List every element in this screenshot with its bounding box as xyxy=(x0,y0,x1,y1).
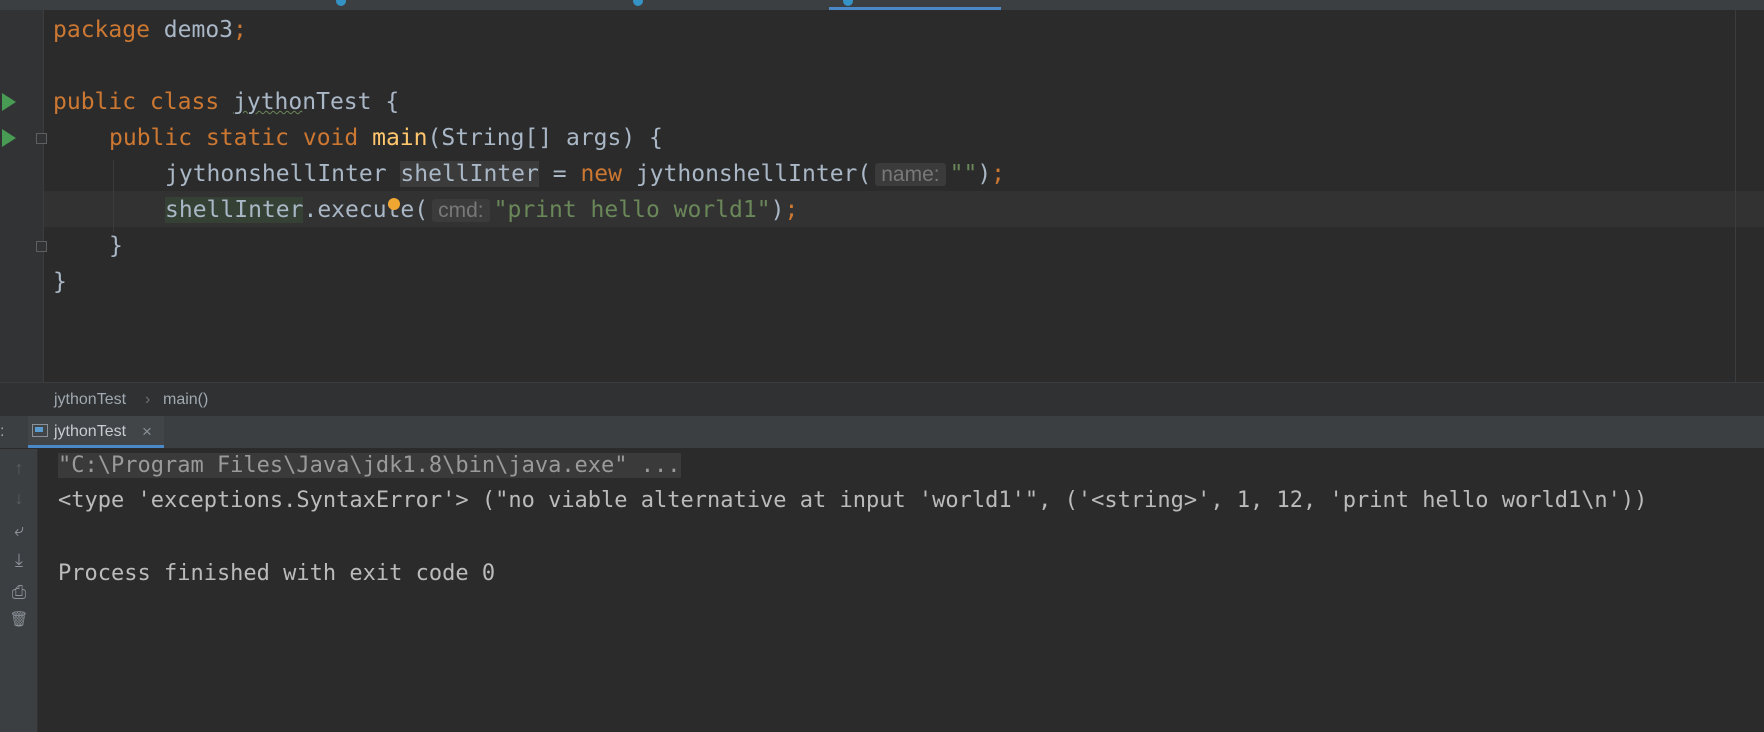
parameter-hint: name: xyxy=(875,163,946,186)
console-icon xyxy=(32,424,48,437)
code-editor[interactable]: package demo3; public class jythonTest {… xyxy=(0,10,1764,382)
code-line-3: public class jythonTest { xyxy=(53,89,400,115)
up-arrow-icon[interactable]: ↑ xyxy=(7,457,31,479)
close-tab-icon[interactable]: × xyxy=(142,422,152,442)
java-file-icon xyxy=(843,0,853,6)
trash-icon[interactable]: 🗑 xyxy=(7,609,31,631)
run-console[interactable]: ↑ ↓ ⤶ ⤓ ⎙ 🗑 "C:\Program Files\Java\jdk1.… xyxy=(0,449,1764,732)
active-run-tab-indicator xyxy=(28,445,164,448)
variable-usage: shellInter xyxy=(165,197,304,223)
run-tab-jythontest[interactable]: jythonTest × xyxy=(28,416,164,448)
warning-bulb-icon[interactable] xyxy=(388,198,400,210)
java-file-icon xyxy=(336,0,346,6)
run-tab-label: jythonTest xyxy=(54,423,127,440)
breadcrumb-method[interactable]: main() xyxy=(163,391,208,409)
code-line-6: shellInter.execute(cmd: "print hello worl… xyxy=(165,197,799,223)
console-error-line: <type 'exceptions.SyntaxError'> ("no via… xyxy=(58,488,1648,513)
variable-declaration: shellInter xyxy=(400,161,539,187)
run-class-icon[interactable] xyxy=(2,93,16,111)
console-exit-line: Process finished with exit code 0 xyxy=(58,561,496,586)
class-name-typo: jytho xyxy=(233,89,303,115)
run-tab-bar: : jythonTest × xyxy=(0,416,1764,449)
code-line-1: package demo3; xyxy=(53,17,247,43)
scroll-to-end-icon[interactable]: ⤓ xyxy=(7,549,31,571)
editor-tab-strip xyxy=(0,0,1764,10)
editor-gutter xyxy=(0,10,47,382)
run-main-icon[interactable] xyxy=(2,129,16,147)
run-panel-label: : xyxy=(0,423,5,440)
code-line-8: } xyxy=(53,269,67,295)
code-line-7: } xyxy=(109,233,123,259)
indent-guide xyxy=(113,160,114,232)
parameter-hint: cmd: xyxy=(432,199,490,222)
down-arrow-icon[interactable]: ↓ xyxy=(7,487,31,509)
breadcrumb-class[interactable]: jythonTest xyxy=(54,391,126,409)
print-icon[interactable]: ⎙ xyxy=(7,581,31,603)
code-line-4: public static void main(String[] args) { xyxy=(109,125,663,151)
breadcrumb-separator: › xyxy=(145,391,151,408)
console-command-line: "C:\Program Files\Java\jdk1.8\bin\java.e… xyxy=(58,453,681,478)
soft-wrap-icon[interactable]: ⤶ xyxy=(7,519,31,541)
breadcrumb: jythonTest › main() xyxy=(0,382,1764,417)
fold-end-icon[interactable] xyxy=(36,241,47,252)
code-line-5: jythonshellInter shellInter = new jython… xyxy=(165,161,1006,187)
right-margin xyxy=(1735,10,1736,382)
console-toolbar: ↑ ↓ ⤶ ⤓ ⎙ 🗑 xyxy=(0,449,38,732)
java-file-icon xyxy=(633,0,643,6)
fold-start-icon[interactable] xyxy=(36,133,47,144)
